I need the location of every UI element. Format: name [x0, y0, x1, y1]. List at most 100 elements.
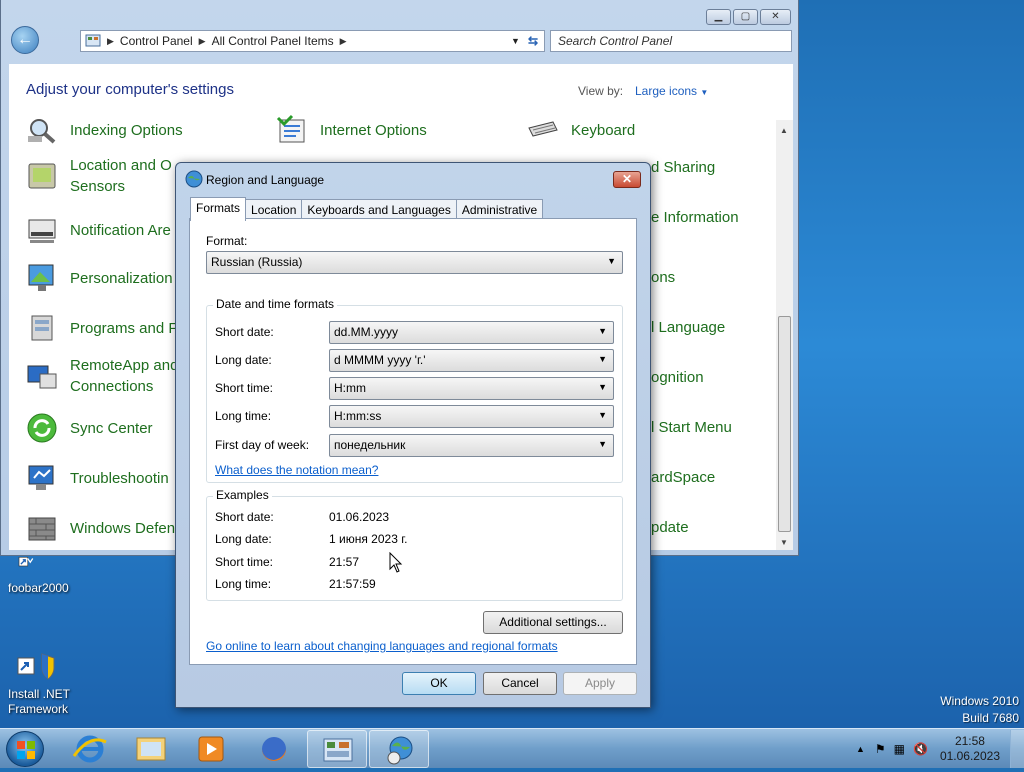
cp-item-power-options[interactable]: ons [651, 267, 675, 288]
cp-item-location-and-other-sensors[interactable]: Location and O Sensors [26, 155, 172, 197]
desktop-icon-foobar2000[interactable]: foobar2000 [8, 556, 84, 595]
format-value: Russian (Russia) [211, 255, 303, 269]
online-help-link[interactable]: Go online to learn about changing langua… [206, 639, 558, 653]
cp-item-remoteapp-connections[interactable]: RemoteApp and Connections [26, 355, 178, 397]
address-dropdown-icon[interactable]: ▼ [511, 36, 520, 46]
back-button[interactable]: ← [11, 26, 39, 54]
breadcrumb-separator-icon[interactable]: ▶ [340, 36, 347, 47]
search-input[interactable]: Search Control Panel [550, 30, 792, 52]
cp-item-taskbar-start-menu[interactable]: l Start Menu [651, 417, 732, 438]
example-short-time-label: Short time: [215, 555, 274, 569]
taskbar-internet-explorer[interactable] [60, 730, 120, 768]
short-time-dropdown[interactable]: H:mm ▼ [329, 377, 614, 400]
scroll-up-icon[interactable]: ▲ [780, 126, 788, 135]
programs-features-icon [31, 315, 53, 341]
close-button[interactable]: ✕ [760, 9, 791, 25]
taskbar-explorer[interactable] [121, 730, 181, 768]
firefox-icon [262, 737, 286, 761]
cp-item-region-language[interactable]: l Language [651, 317, 725, 338]
tab-formats[interactable]: Formats [190, 197, 247, 221]
maximize-button[interactable]: ▢ [733, 9, 758, 25]
cp-item-performance-information[interactable]: e Information [651, 207, 739, 228]
mouse-cursor-icon [389, 552, 403, 573]
dialog-close-button[interactable]: ✕ [613, 171, 641, 188]
cp-item-label: Personalization [70, 269, 173, 287]
first-day-of-week-label: First day of week: [215, 438, 310, 452]
taskbar-media-player[interactable] [181, 730, 241, 768]
notation-help-link[interactable]: What does the notation mean? [215, 463, 378, 477]
view-by-dropdown[interactable]: Large icons ▼ [635, 84, 708, 98]
refresh-icon[interactable]: ⇆ [528, 34, 538, 48]
long-time-dropdown[interactable]: H:mm:ss ▼ [329, 405, 614, 428]
cp-item-cardspace[interactable]: ardSpace [651, 467, 715, 488]
short-date-value: dd.MM.yyyy [334, 325, 399, 339]
window-controls: ▁ ▢ ✕ [706, 9, 791, 25]
tab-location[interactable]: Location [245, 199, 303, 220]
cp-item-internet-options[interactable]: Internet Options [276, 114, 427, 146]
example-long-date-value: 1 июня 2023 г. [329, 532, 408, 546]
control-panel-small-icon [85, 34, 101, 47]
cp-item-programs-and-features[interactable]: Programs and F [26, 312, 178, 344]
taskbar: ▲ ⚑ ▦ 🔇 21:58 01.06.2023 [0, 728, 1024, 768]
format-dropdown[interactable]: Russian (Russia) ▼ [206, 251, 623, 274]
scroll-down-icon[interactable]: ▼ [780, 538, 788, 547]
troubleshooting-icon [28, 465, 54, 490]
cp-item-network-sharing[interactable]: d Sharing [651, 157, 715, 178]
cp-item-label: Keyboard [571, 121, 636, 139]
additional-settings-button[interactable]: Additional settings... [483, 611, 623, 634]
short-date-dropdown[interactable]: dd.MM.yyyy ▼ [329, 321, 614, 344]
sync-center-icon [27, 413, 57, 443]
cp-item-label-line2: Sensors [70, 178, 126, 195]
vertical-scrollbar[interactable]: ▲ ▼ [776, 120, 793, 550]
watermark-line2: Build 7680 [962, 711, 1019, 725]
formats-panel: Format: Russian (Russia) ▼ Date and time… [189, 218, 637, 665]
cp-item-label: Internet Options [320, 121, 427, 139]
cp-item-speech-recognition[interactable]: ognition [651, 367, 704, 388]
first-day-of-week-dropdown[interactable]: понедельник ▼ [329, 434, 614, 457]
cp-item-label-line1: Location and O [70, 157, 172, 174]
foobar2000-icon [18, 556, 34, 567]
cp-item-troubleshooting[interactable]: Troubleshootin [26, 462, 169, 494]
location-sensors-icon [28, 163, 56, 189]
long-date-dropdown[interactable]: d MMMM yyyy 'г.' ▼ [329, 349, 614, 372]
action-center-flag-icon[interactable]: ⚑ [875, 742, 886, 756]
cp-item-windows-update[interactable]: pdate [651, 517, 689, 538]
group-title: Examples [213, 488, 272, 502]
taskbar-firefox[interactable] [244, 730, 304, 768]
cp-item-windows-defender[interactable]: Windows Defen [26, 512, 175, 544]
cp-item-keyboard[interactable]: Keyboard [527, 114, 635, 146]
taskbar-region-language[interactable] [369, 730, 429, 768]
show-hidden-icons-icon[interactable]: ▲ [856, 744, 865, 754]
address-bar[interactable]: ▶ Control Panel ▶ All Control Panel Item… [80, 30, 545, 52]
long-time-value: H:mm:ss [334, 409, 382, 423]
cp-item-personalization[interactable]: Personalization [26, 262, 173, 294]
apply-button[interactable]: Apply [563, 672, 637, 695]
network-icon[interactable]: ▦ [894, 742, 905, 756]
long-date-value: d MMMM yyyy 'г.' [334, 353, 426, 367]
breadcrumb-control-panel[interactable]: Control Panel [120, 34, 193, 48]
cp-item-sync-center[interactable]: Sync Center [26, 412, 153, 444]
clock[interactable]: 21:58 01.06.2023 [940, 734, 1000, 764]
cp-item-label-line1: RemoteApp and [70, 357, 179, 374]
cp-item-indexing-options[interactable]: Indexing Options [26, 114, 183, 146]
taskbar-control-panel[interactable] [307, 730, 367, 768]
breadcrumb-separator-icon: ▶ [198, 35, 206, 46]
desktop-icon-install-net-framework[interactable]: Install .NET Framework [8, 650, 84, 717]
cp-item-label: Troubleshootin [70, 469, 169, 487]
start-button[interactable] [6, 731, 44, 767]
scrollbar-thumb[interactable] [778, 316, 791, 532]
minimize-button[interactable]: ▁ [706, 9, 731, 25]
chevron-down-icon: ▼ [700, 88, 709, 97]
cp-item-label: e Information [651, 209, 739, 226]
long-date-label: Long date: [215, 353, 272, 367]
ok-button[interactable]: OK [402, 672, 476, 695]
tab-administrative[interactable]: Administrative [455, 199, 544, 220]
tab-keyboards-languages[interactable]: Keyboards and Languages [301, 199, 457, 220]
cancel-button[interactable]: Cancel [483, 672, 557, 695]
example-long-time-label: Long time: [215, 577, 272, 591]
volume-muted-icon[interactable]: 🔇 [913, 742, 928, 756]
show-desktop-button[interactable] [1010, 730, 1024, 768]
breadcrumb-all-items[interactable]: All Control Panel Items [212, 34, 334, 48]
folder-icon [136, 737, 166, 761]
cp-item-notification-area[interactable]: Notification Are [26, 214, 171, 246]
